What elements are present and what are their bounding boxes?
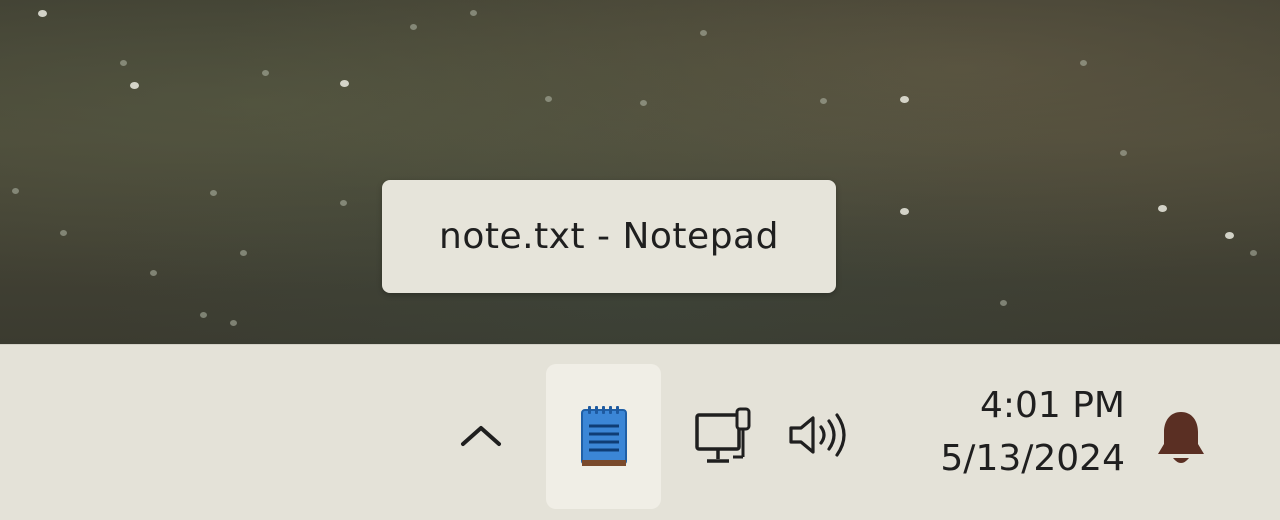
network-status-button[interactable] [690,401,762,471]
volume-button[interactable] [780,405,856,465]
clock-button[interactable]: 4:01 PM 5/13/2024 [880,383,1125,493]
show-hidden-icons-button[interactable] [450,404,512,466]
speaker-volume-icon [789,413,846,457]
taskbar: 4:01 PM 5/13/2024 [0,344,1280,520]
taskbar-tooltip: note.txt - Notepad [382,180,836,293]
chevron-up-icon [461,426,501,446]
notifications-button[interactable] [1148,403,1214,473]
notepad-taskbar-button[interactable] [546,364,661,509]
network-ethernet-icon [695,407,751,463]
clock-time: 4:01 PM [979,385,1125,426]
clock-date: 5/13/2024 [940,438,1125,479]
bell-icon [1158,412,1204,463]
tooltip-text: note.txt - Notepad [439,216,779,257]
notepad-icon [580,405,627,466]
